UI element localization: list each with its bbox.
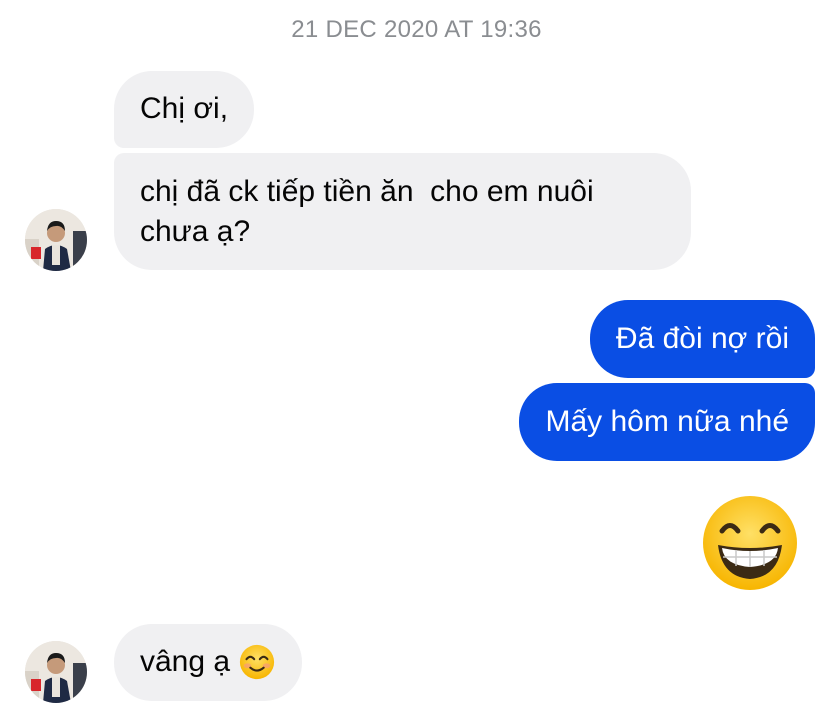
avatar-photo-icon: [25, 641, 87, 703]
message-timestamp: 21 DEC 2020 AT 19:36: [291, 16, 542, 43]
message-text: vâng ạ: [140, 645, 231, 678]
message-text: chị đã ck tiếp tiền ăn cho em nuôi chưa …: [140, 175, 594, 248]
incoming-message-bubble[interactable]: Chị ơi,: [114, 71, 255, 148]
grinning-face-emoji-icon[interactable]: [700, 493, 800, 593]
contact-avatar[interactable]: [25, 641, 87, 703]
contact-avatar[interactable]: [25, 209, 87, 271]
outgoing-message-bubble[interactable]: Mấy hôm nữa nhé: [519, 383, 815, 461]
avatar-photo-icon: [25, 209, 87, 271]
incoming-message-bubble[interactable]: vâng ạ: [114, 624, 303, 701]
message-text: Mấy hôm nữa nhé: [545, 405, 789, 438]
message-text: Đã đòi nợ rồi: [615, 322, 789, 355]
incoming-message-bubble[interactable]: chị đã ck tiếp tiền ăn cho em nuôi chưa …: [114, 153, 691, 270]
outgoing-message-bubble[interactable]: Đã đòi nợ rồi: [589, 300, 815, 378]
message-text: Chị ơi,: [140, 92, 229, 125]
smiling-face-emoji-icon: [239, 644, 275, 680]
